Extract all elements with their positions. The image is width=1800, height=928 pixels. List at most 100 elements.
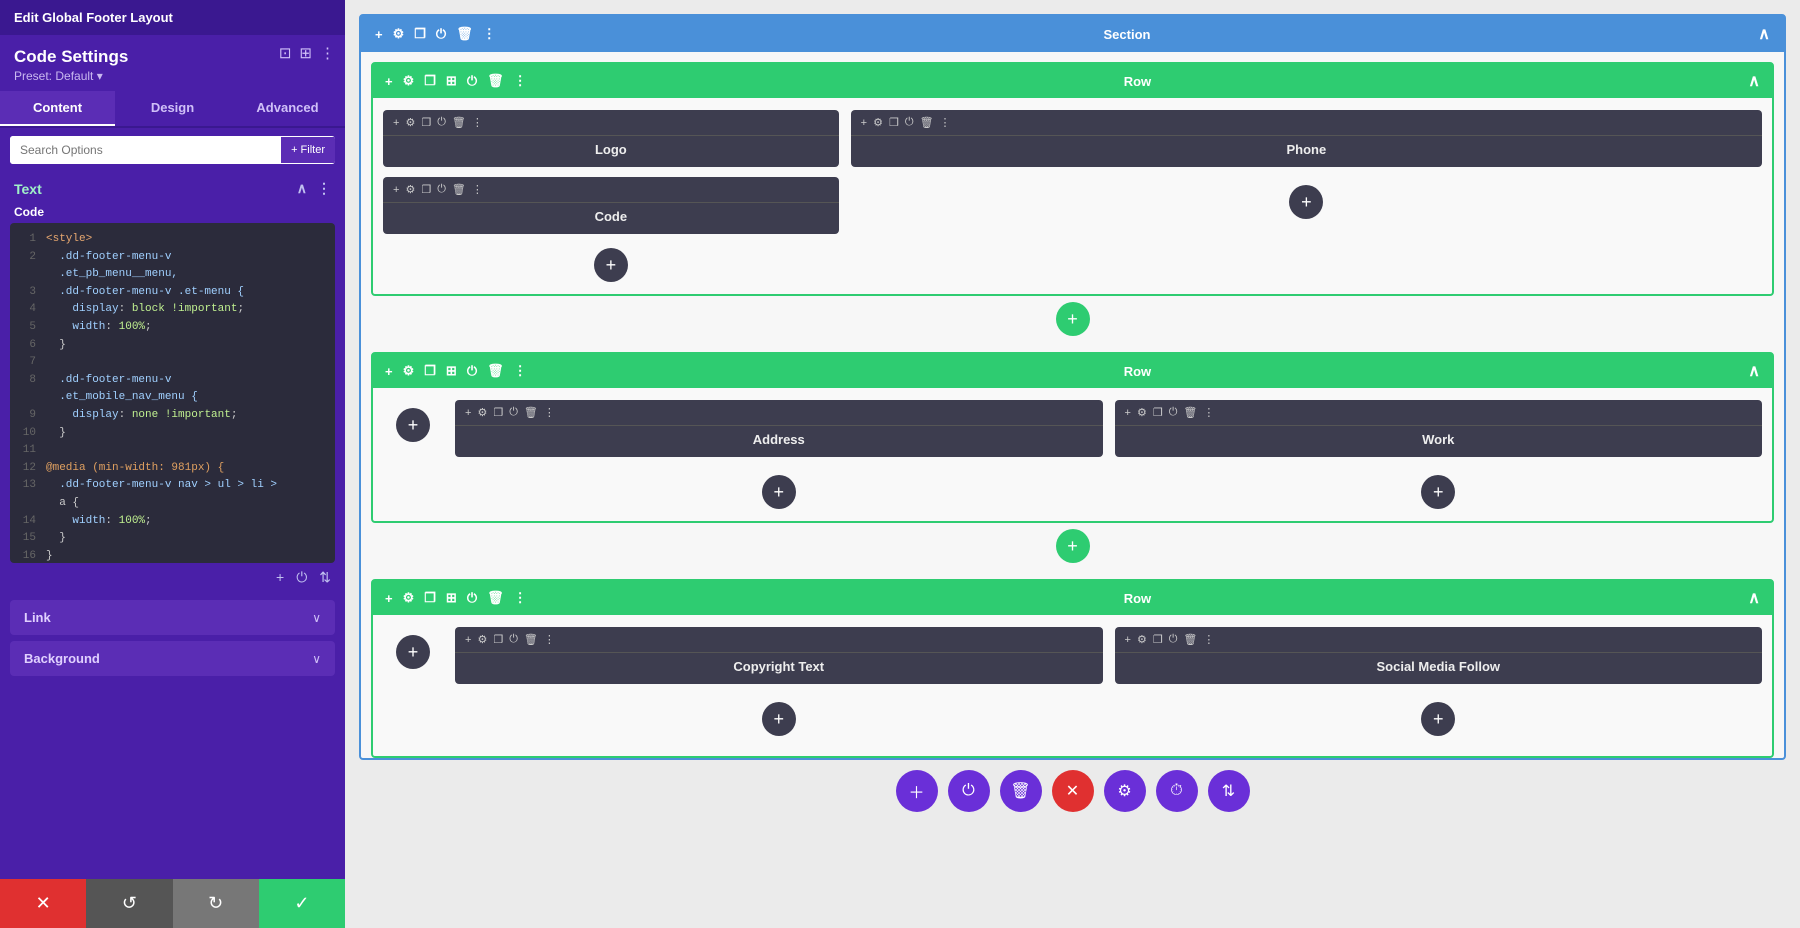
copyright-gear-icon[interactable]: ⚙ [477,633,487,646]
code-gear-icon[interactable]: ⚙ [405,183,415,196]
row3-power-icon[interactable]: ⏻ [467,590,477,606]
work-copy-icon[interactable]: ❐ [1153,406,1163,419]
section-power-icon[interactable]: ⏻ [436,26,446,42]
address-trash-icon[interactable]: 🗑 [524,406,538,419]
row3-grid-icon[interactable]: ⊞ [446,590,457,606]
address-power-icon[interactable]: ⏻ [509,406,518,419]
row3-dots-icon[interactable]: ⋮ [514,590,527,606]
phone-power-icon[interactable]: ⏻ [905,116,914,129]
row3-plus-icon[interactable]: + [385,591,393,606]
add-code-icon[interactable]: + [276,569,284,586]
work-power-icon[interactable]: ⏻ [1169,406,1178,419]
code-copy-icon[interactable]: ❐ [421,183,431,196]
grid-icon[interactable]: ⊞ [299,44,312,62]
link-section-header[interactable]: Link ∨ [10,600,335,635]
work-gear-icon[interactable]: ⚙ [1137,406,1147,419]
row2-plus-icon[interactable]: + [385,364,393,379]
phone-trash-icon[interactable]: 🗑 [920,116,934,129]
sort-code-icon[interactable]: ⇅ [319,569,331,586]
copyright-trash-icon[interactable]: 🗑 [524,633,538,646]
phone-gear-icon[interactable]: ⚙ [873,116,883,129]
row1-copy-icon[interactable]: ❐ [424,73,436,89]
code-editor[interactable]: 1<style> 2 .dd-footer-menu-v .et_pb_menu… [10,223,335,563]
search-input[interactable] [10,136,281,164]
row2-col1-add-button[interactable]: + [396,408,430,442]
row2-power-icon[interactable]: ⏻ [467,363,477,379]
more-icon[interactable]: ⋮ [320,44,335,62]
code-power-icon[interactable]: ⏻ [437,183,446,196]
section-trash-icon[interactable]: 🗑 [456,26,473,42]
logo-gear-icon[interactable]: ⚙ [405,116,415,129]
maximize-icon[interactable]: ⊡ [279,44,292,62]
address-gear-icon[interactable]: ⚙ [477,406,487,419]
row3-col3-add-button[interactable]: + [1421,702,1455,736]
toolbar-power-button[interactable]: ⏻ [948,770,990,812]
toolbar-add-button[interactable]: ＋ [896,770,938,812]
code-trash-icon[interactable]: 🗑 [452,183,466,196]
logo-plus-icon[interactable]: + [393,117,399,129]
cancel-button[interactable]: ✕ [0,879,86,928]
row2-dots-icon[interactable]: ⋮ [514,363,527,379]
section-dots-icon[interactable]: ⋮ [483,26,496,42]
row3-copy-icon[interactable]: ❐ [424,590,436,606]
tab-advanced[interactable]: Advanced [230,91,345,126]
toolbar-history-button[interactable]: ⏱ [1156,770,1198,812]
phone-plus-icon[interactable]: + [861,117,867,129]
filter-button[interactable]: + Filter [281,137,335,163]
preset-label[interactable]: Preset: Default ▾ [14,69,331,83]
toolbar-trash-button[interactable]: 🗑 [1000,770,1042,812]
toolbar-close-button[interactable]: ✕ [1052,770,1094,812]
tab-design[interactable]: Design [115,91,230,126]
redo-button[interactable]: ↻ [173,879,259,928]
row1-collapse-icon[interactable]: ∧ [1748,71,1760,91]
social-trash-icon[interactable]: 🗑 [1183,633,1197,646]
row2-copy-icon[interactable]: ❐ [424,363,436,379]
address-dots-icon[interactable]: ⋮ [544,406,555,419]
copyright-dots-icon[interactable]: ⋮ [544,633,555,646]
social-plus-icon[interactable]: + [1125,634,1131,646]
section-menu-icon[interactable]: ⋮ [317,180,331,197]
collapse-icon[interactable]: ∧ [297,180,307,197]
row2-gear-icon[interactable]: ⚙ [403,363,415,379]
add-row-between-2-3-button[interactable]: + [1056,529,1090,563]
social-gear-icon[interactable]: ⚙ [1137,633,1147,646]
copyright-power-icon[interactable]: ⏻ [509,633,518,646]
save-button[interactable]: ✓ [259,879,345,928]
address-copy-icon[interactable]: ❐ [493,406,503,419]
undo-button[interactable]: ↺ [86,879,172,928]
row1-plus-icon[interactable]: + [385,74,393,89]
row1-grid-icon[interactable]: ⊞ [446,73,457,89]
social-copy-icon[interactable]: ❐ [1153,633,1163,646]
row1-col2-add-button[interactable]: + [1289,185,1323,219]
row1-gear-icon[interactable]: ⚙ [403,73,415,89]
row1-trash-icon[interactable]: 🗑 [487,73,504,89]
add-row-between-1-2-button[interactable]: + [1056,302,1090,336]
section-plus-icon[interactable]: + [375,27,383,42]
social-power-icon[interactable]: ⏻ [1169,633,1178,646]
row2-trash-icon[interactable]: 🗑 [487,363,504,379]
row2-col3-add-button[interactable]: + [1421,475,1455,509]
work-dots-icon[interactable]: ⋮ [1203,406,1214,419]
code-dots-icon[interactable]: ⋮ [472,183,483,196]
logo-copy-icon[interactable]: ❐ [421,116,431,129]
row3-col2-add-button[interactable]: + [762,702,796,736]
row2-col2-add-button[interactable]: + [762,475,796,509]
row2-grid-icon[interactable]: ⊞ [446,363,457,379]
code-plus-icon[interactable]: + [393,184,399,196]
toolbar-settings-button[interactable]: ⚙ [1104,770,1146,812]
row1-col1-add-button[interactable]: + [594,248,628,282]
row3-trash-icon[interactable]: 🗑 [487,590,504,606]
logo-dots-icon[interactable]: ⋮ [472,116,483,129]
social-dots-icon[interactable]: ⋮ [1203,633,1214,646]
background-section-header[interactable]: Background ∨ [10,641,335,676]
row3-col1-add-button[interactable]: + [396,635,430,669]
phone-dots-icon[interactable]: ⋮ [940,116,951,129]
tab-content[interactable]: Content [0,91,115,126]
row3-collapse-icon[interactable]: ∧ [1748,588,1760,608]
section-collapse-icon[interactable]: ∧ [1758,24,1770,44]
address-plus-icon[interactable]: + [465,407,471,419]
copyright-plus-icon[interactable]: + [465,634,471,646]
phone-copy-icon[interactable]: ❐ [889,116,899,129]
row2-collapse-icon[interactable]: ∧ [1748,361,1760,381]
toolbar-sort-button[interactable]: ⇅ [1208,770,1250,812]
